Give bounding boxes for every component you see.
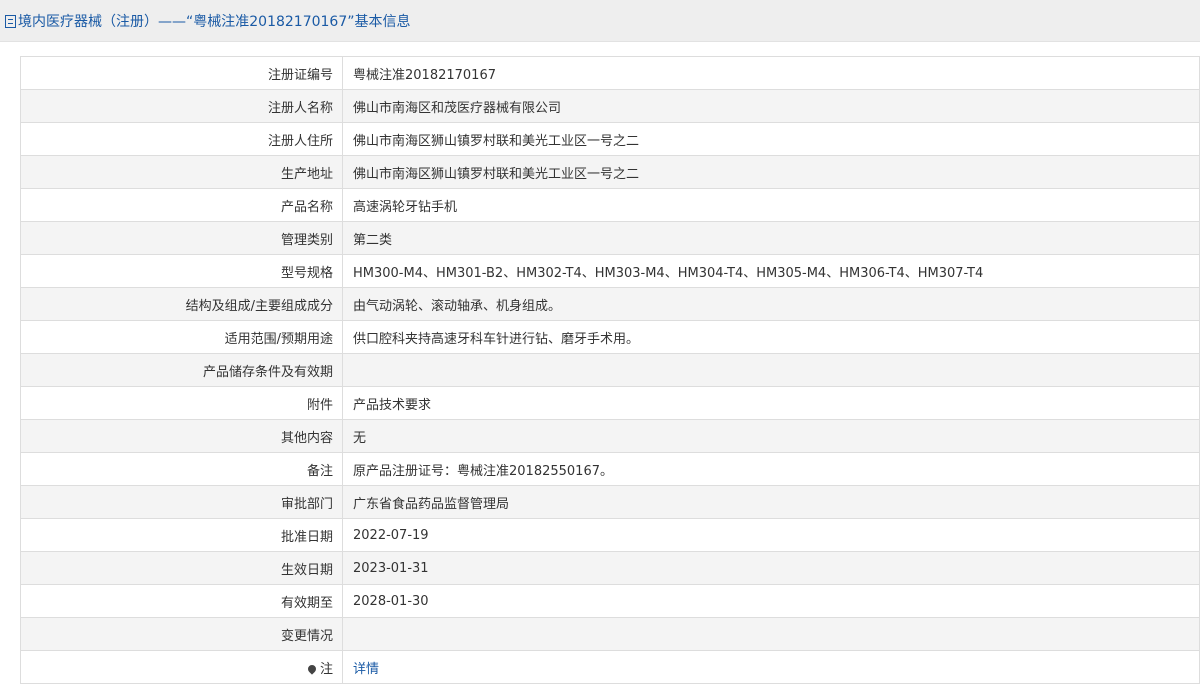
row-label: 附件 (20, 386, 343, 420)
location-pin-icon (306, 662, 318, 675)
table-row: 审批部门 广东省食品药品监督管理局 (20, 485, 1200, 519)
row-value: 2028-01-30 (342, 584, 1200, 618)
row-label: 批准日期 (20, 518, 343, 552)
table-row: 注册证编号 粤械注准20182170167 (20, 56, 1200, 90)
row-value: 佛山市南海区和茂医疗器械有限公司 (342, 89, 1200, 123)
table-row: 注册人名称 佛山市南海区和茂医疗器械有限公司 (20, 89, 1200, 123)
row-value: 粤械注准20182170167 (342, 56, 1200, 90)
row-value: 2023-01-31 (342, 551, 1200, 585)
table-row: 附件 产品技术要求 (20, 386, 1200, 420)
table-row: 适用范围/预期用途 供口腔科夹持高速牙科车针进行钻、磨牙手术用。 (20, 320, 1200, 354)
note-value-cell: 详情 (342, 650, 1200, 684)
row-value: 原产品注册证号：粤械注准20182550167。 (342, 452, 1200, 486)
table-row: 备注 原产品注册证号：粤械注准20182550167。 (20, 452, 1200, 486)
table-row: 有效期至 2028-01-30 (20, 584, 1200, 618)
row-value: HM300-M4、HM301-B2、HM302-T4、HM303-M4、HM30… (342, 254, 1200, 288)
row-label: 备注 (20, 452, 343, 486)
table-row: 产品储存条件及有效期 (20, 353, 1200, 387)
table-row: 变更情况 (20, 617, 1200, 651)
table-row: 其他内容 无 (20, 419, 1200, 453)
note-label: 注 (319, 661, 333, 677)
row-value: 无 (342, 419, 1200, 453)
table-row: 生效日期 2023-01-31 (20, 551, 1200, 585)
table-row: 批准日期 2022-07-19 (20, 518, 1200, 552)
page-title: 境内医疗器械（注册）——“粤械注准20182170167”基本信息 (18, 13, 411, 30)
row-value: 广东省食品药品监督管理局 (342, 485, 1200, 519)
row-label: 适用范围/预期用途 (20, 320, 343, 354)
row-value: 第二类 (342, 221, 1200, 255)
row-label: 型号规格 (20, 254, 343, 288)
row-label: 其他内容 (20, 419, 343, 453)
table-row: 注册人住所 佛山市南海区狮山镇罗村联和美光工业区一号之二 (20, 122, 1200, 156)
row-value: 2022-07-19 (342, 518, 1200, 552)
detail-link[interactable]: 详情 (353, 662, 379, 677)
row-label: 结构及组成/主要组成成分 (20, 287, 343, 321)
table-row: 管理类别 第二类 (20, 221, 1200, 255)
table-row: 型号规格 HM300-M4、HM301-B2、HM302-T4、HM303-M4… (20, 254, 1200, 288)
row-value (342, 617, 1200, 651)
row-value: 供口腔科夹持高速牙科车针进行钻、磨牙手术用。 (342, 320, 1200, 354)
basic-info-table: 注册证编号 粤械注准20182170167 注册人名称 佛山市南海区和茂医疗器械… (20, 56, 1200, 684)
document-icon (5, 14, 16, 28)
row-label: 生效日期 (20, 551, 343, 585)
note-row: 注 详情 (20, 650, 1200, 684)
row-label: 变更情况 (20, 617, 343, 651)
table-row: 生产地址 佛山市南海区狮山镇罗村联和美光工业区一号之二 (20, 155, 1200, 189)
note-label-cell: 注 (20, 650, 343, 684)
info-table-container: 注册证编号 粤械注准20182170167 注册人名称 佛山市南海区和茂医疗器械… (20, 56, 1200, 684)
page-header: 境内医疗器械（注册）——“粤械注准20182170167”基本信息 (0, 0, 1200, 42)
row-value: 产品技术要求 (342, 386, 1200, 420)
row-label: 注册人名称 (20, 89, 343, 123)
row-label: 生产地址 (20, 155, 343, 189)
row-value: 由气动涡轮、滚动轴承、机身组成。 (342, 287, 1200, 321)
row-label: 注册人住所 (20, 122, 343, 156)
row-label: 审批部门 (20, 485, 343, 519)
row-label: 产品名称 (20, 188, 343, 222)
row-label: 管理类别 (20, 221, 343, 255)
row-label: 有效期至 (20, 584, 343, 618)
row-value: 高速涡轮牙钻手机 (342, 188, 1200, 222)
row-value: 佛山市南海区狮山镇罗村联和美光工业区一号之二 (342, 155, 1200, 189)
table-row: 结构及组成/主要组成成分 由气动涡轮、滚动轴承、机身组成。 (20, 287, 1200, 321)
row-value: 佛山市南海区狮山镇罗村联和美光工业区一号之二 (342, 122, 1200, 156)
table-row: 产品名称 高速涡轮牙钻手机 (20, 188, 1200, 222)
row-value (342, 353, 1200, 387)
row-label: 注册证编号 (20, 56, 343, 90)
row-label: 产品储存条件及有效期 (20, 353, 343, 387)
